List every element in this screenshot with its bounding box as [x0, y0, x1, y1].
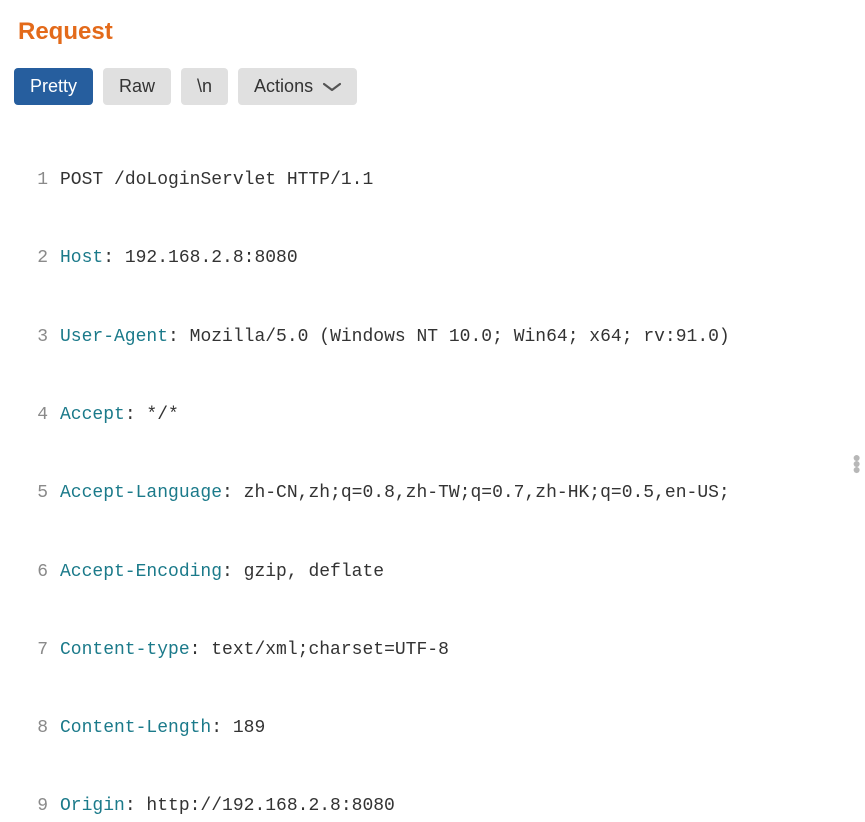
header-value: http://192.168.2.8:8080 — [146, 796, 394, 816]
view-tabs: Pretty Raw \n Actions — [14, 68, 851, 105]
header-name: Origin — [60, 796, 125, 816]
header-name: Host — [60, 248, 103, 268]
header-name: Content-type — [60, 640, 190, 660]
tab-actions-label: Actions — [254, 76, 313, 97]
header-value: */* — [146, 405, 178, 425]
header-value: 189 — [233, 718, 265, 738]
request-panel: Request Pretty Raw \n Actions 1POST /doL… — [0, 0, 865, 822]
http-version: HTTP/1.1 — [287, 170, 373, 190]
tab-pretty[interactable]: Pretty — [14, 68, 93, 105]
header-value: text/xml;charset=UTF-8 — [211, 640, 449, 660]
overflow-dots-icon[interactable]: ●●● — [853, 454, 861, 472]
header-name: Content-Length — [60, 718, 211, 738]
tab-raw[interactable]: Raw — [103, 68, 171, 105]
header-value: 192.168.2.8:8080 — [125, 248, 298, 268]
code-editor[interactable]: 1POST /doLoginServlet HTTP/1.1 2Host: 19… — [14, 115, 851, 822]
header-name: Accept-Language — [60, 483, 222, 503]
chevron-down-icon — [323, 81, 341, 93]
gutter: 1 — [14, 167, 56, 193]
tab-actions[interactable]: Actions — [238, 68, 357, 105]
header-value: gzip, deflate — [244, 562, 384, 582]
header-name: User-Agent — [60, 327, 168, 347]
http-method: POST — [60, 170, 103, 190]
header-name: Accept-Encoding — [60, 562, 222, 582]
tab-newline[interactable]: \n — [181, 68, 228, 105]
panel-title: Request — [18, 18, 851, 46]
http-path: /doLoginServlet — [114, 170, 276, 190]
header-value: zh-CN,zh;q=0.8,zh-TW;q=0.7,zh-HK;q=0.5,e… — [244, 483, 730, 503]
header-value: Mozilla/5.0 (Windows NT 10.0; Win64; x64… — [190, 327, 730, 347]
header-name: Accept — [60, 405, 125, 425]
